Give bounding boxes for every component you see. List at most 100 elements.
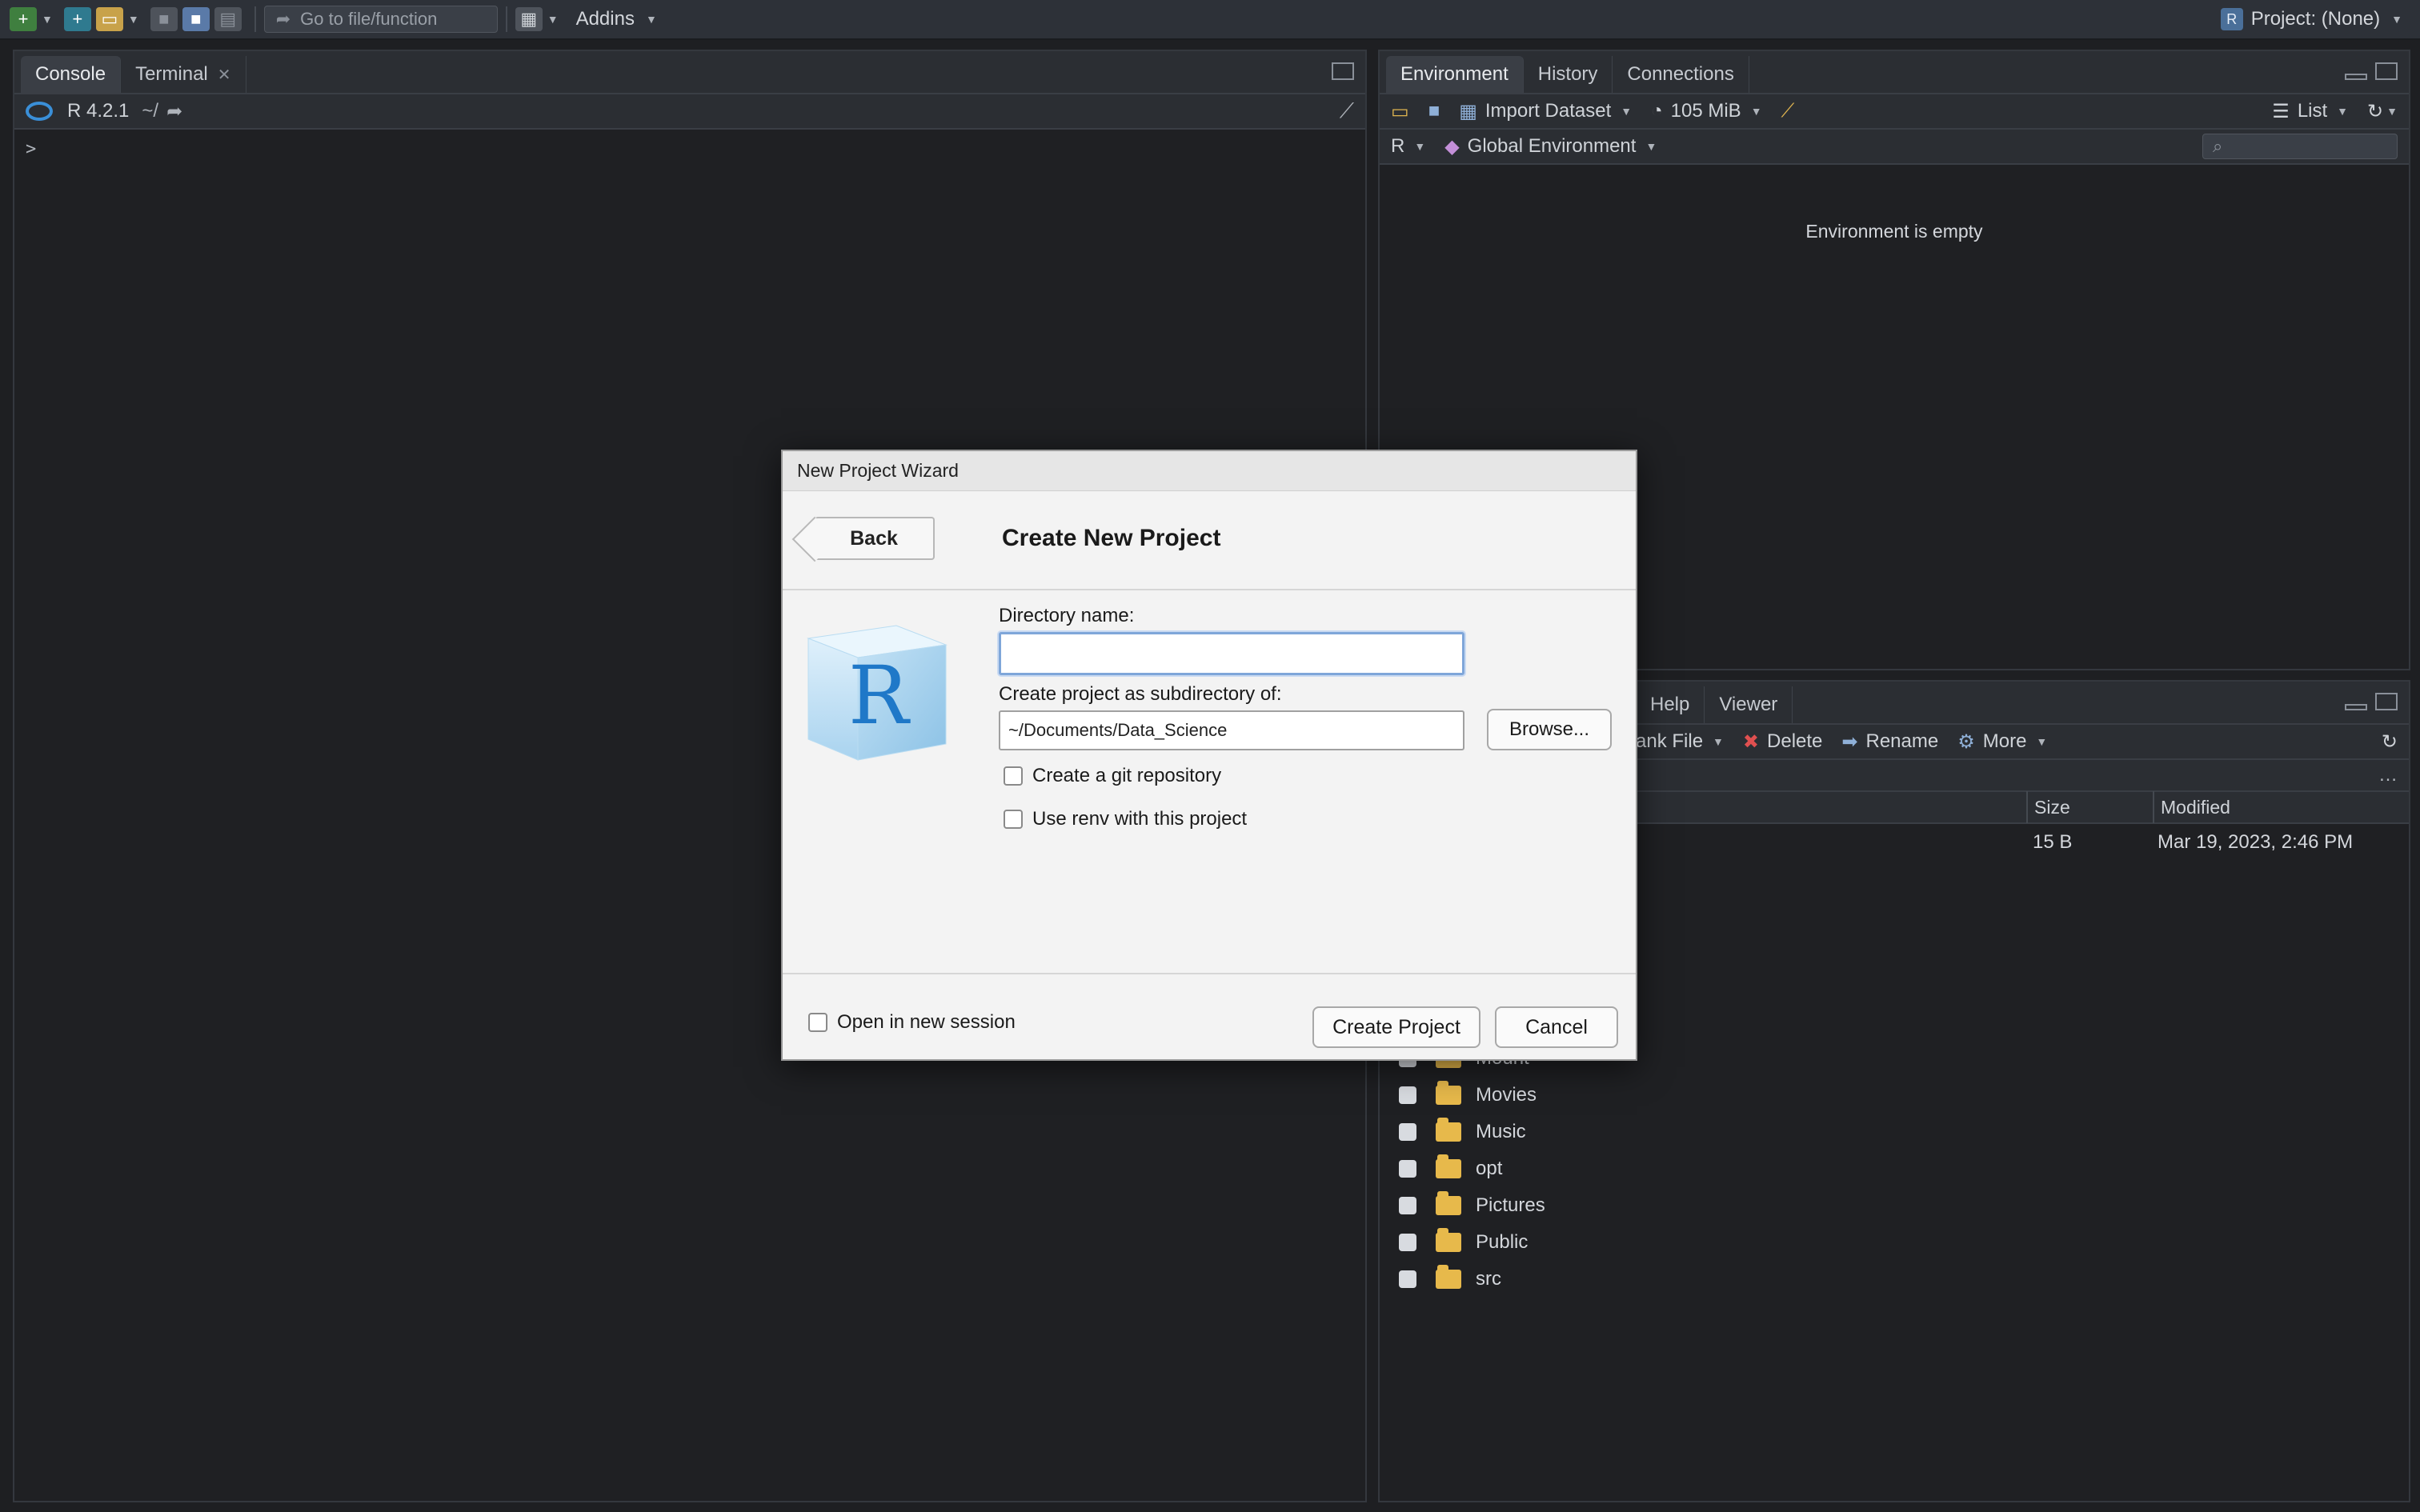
table-row[interactable]: src [1380, 1261, 2409, 1298]
row-checkbox[interactable] [1399, 1270, 1416, 1288]
clear-console-broom-icon[interactable]: ⟋ [1340, 98, 1354, 124]
list-label: List [2297, 100, 2328, 122]
tab-history[interactable]: History [1524, 56, 1613, 93]
minimize-pane-icon[interactable] [2345, 74, 2367, 80]
file-name[interactable]: Music [1476, 1121, 1526, 1143]
new-session-label: Open in new session [837, 1011, 1016, 1033]
cancel-button[interactable]: Cancel [1495, 1006, 1618, 1048]
tab-viewer[interactable]: Viewer [1705, 686, 1793, 723]
rename-button[interactable]: ➡ Rename [1841, 730, 1938, 754]
chevron-down-icon: ▼ [1750, 105, 1762, 118]
print-icon[interactable]: ▤ [214, 7, 242, 31]
file-name[interactable]: Public [1476, 1231, 1528, 1254]
dialog-header: Back Create New Project [783, 491, 1636, 590]
project-menu[interactable]: R Project: (None) ▼ [2220, 8, 2402, 30]
save-workspace-icon[interactable]: ■ [1428, 100, 1440, 122]
import-dataset-menu[interactable]: ▦ Import Dataset ▼ [1459, 100, 1632, 123]
more-menu[interactable]: ⚙ More ▼ [1957, 730, 2047, 754]
maximize-pane-icon[interactable] [2375, 62, 2398, 80]
pane-layout-caret-icon[interactable]: ▼ [547, 13, 559, 26]
clear-workspace-broom-icon[interactable]: ⟋ [1781, 100, 1795, 122]
folder-icon [1436, 1228, 1461, 1252]
main-toolbar: + ▼ + ▭ ▼ ■ ■ ▤ ➦ Go to file/function ▦ … [0, 0, 2420, 40]
file-name[interactable]: Pictures [1476, 1194, 1545, 1217]
save-all-icon[interactable]: ■ [182, 7, 210, 31]
toolbar-separator [254, 6, 256, 32]
file-name[interactable]: opt [1476, 1158, 1502, 1180]
git-repo-option[interactable]: Create a git repository [1004, 765, 1221, 787]
folder-icon [1436, 1265, 1461, 1289]
delete-button[interactable]: ✖ Delete [1743, 730, 1822, 754]
env-search-input[interactable]: ⌕ [2202, 134, 2398, 159]
pane-layout-icon[interactable]: ▦ [515, 7, 543, 31]
tab-terminal[interactable]: Terminal ✕ [121, 56, 246, 93]
blank-file-menu[interactable]: ank File ▼ [1636, 730, 1724, 753]
table-row[interactable]: Movies [1380, 1077, 2409, 1114]
refresh-files-icon[interactable]: ↻ [2382, 730, 2398, 754]
row-checkbox[interactable] [1399, 1197, 1416, 1214]
maximize-pane-icon[interactable] [2375, 693, 2398, 710]
env-toolbar: ▭ ■ ▦ Import Dataset ▼ ◔ 105 MiB ▼ ⟋ ☰ L… [1380, 94, 2409, 130]
git-repo-checkbox[interactable] [1004, 766, 1023, 786]
column-size[interactable]: Size [2026, 791, 2070, 823]
memory-label: 105 MiB [1670, 100, 1741, 122]
new-file-caret-icon[interactable]: ▼ [42, 13, 53, 26]
folder-icon [1436, 1191, 1461, 1215]
memory-usage-menu[interactable]: ◔ 105 MiB ▼ [1651, 100, 1761, 122]
row-checkbox[interactable] [1399, 1234, 1416, 1251]
maximize-pane-icon[interactable] [1332, 62, 1354, 80]
close-icon[interactable]: ✕ [218, 65, 231, 85]
row-checkbox[interactable] [1399, 1160, 1416, 1178]
minimize-pane-icon[interactable] [2345, 704, 2367, 710]
git-repo-label: Create a git repository [1032, 765, 1222, 786]
new-session-checkbox[interactable] [808, 1013, 827, 1032]
file-name[interactable]: Movies [1476, 1084, 1537, 1106]
save-icon[interactable]: ■ [150, 7, 178, 31]
new-project-icon[interactable]: + [63, 7, 91, 31]
new-file-icon[interactable]: + [10, 7, 37, 31]
chevron-down-icon: ▼ [1645, 140, 1657, 153]
dialog-title-bar: New Project Wizard [783, 451, 1636, 491]
column-modified[interactable]: Modified [2153, 791, 2230, 823]
renv-option[interactable]: Use renv with this project [1004, 808, 1247, 830]
directory-name-input[interactable] [999, 632, 1464, 675]
rename-label: Rename [1865, 730, 1939, 752]
language-menu[interactable]: R ▼ [1391, 135, 1425, 158]
go-to-file-input[interactable]: ➦ Go to file/function [263, 6, 498, 33]
open-file-icon[interactable]: ▭ [95, 7, 123, 31]
create-project-button[interactable]: Create Project [1312, 1006, 1480, 1048]
row-checkbox[interactable] [1399, 1123, 1416, 1141]
tab-environment[interactable]: Environment [1386, 56, 1524, 93]
go-to-placeholder: Go to file/function [300, 9, 438, 29]
tab-connections-label: Connections [1627, 63, 1734, 85]
addins-menu[interactable]: Addins ▼ [576, 8, 668, 30]
table-row[interactable]: Music [1380, 1114, 2409, 1150]
console-prompt[interactable]: > [14, 130, 1365, 169]
tab-console[interactable]: Console [21, 56, 122, 93]
more-options-icon[interactable]: … [2378, 764, 2398, 786]
tab-connections[interactable]: Connections [1613, 56, 1749, 93]
open-file-caret-icon[interactable]: ▼ [128, 13, 139, 26]
view-mode-menu[interactable]: ☰ List ▼ [2272, 100, 2348, 123]
table-row[interactable]: Pictures [1380, 1187, 2409, 1224]
refresh-icon[interactable]: ↻ ▼ [2367, 100, 2398, 123]
tab-help[interactable]: Help [1636, 686, 1705, 723]
table-row[interactable]: opt [1380, 1150, 2409, 1187]
new-session-option[interactable]: Open in new session [808, 1011, 1016, 1034]
go-to-directory-icon[interactable]: ➦ [166, 100, 182, 123]
scope-menu[interactable]: ◆ Global Environment ▼ [1444, 135, 1657, 158]
table-row[interactable]: Public [1380, 1224, 2409, 1261]
env-tabbar: Environment History Connections [1380, 51, 2409, 94]
file-name[interactable]: src [1476, 1268, 1501, 1290]
row-checkbox[interactable] [1399, 1086, 1416, 1104]
browse-button[interactable]: Browse... [1487, 709, 1612, 750]
renv-checkbox[interactable] [1004, 810, 1023, 829]
working-directory[interactable]: ~/ [142, 100, 158, 122]
load-workspace-icon[interactable]: ▭ [1391, 100, 1409, 123]
delete-label: Delete [1767, 730, 1823, 752]
subdirectory-input[interactable]: ~/Documents/Data_Science [999, 710, 1464, 750]
toolbar-separator [505, 6, 507, 32]
back-button[interactable]: Back [815, 517, 935, 560]
project-label: Project: (None) [2250, 8, 2381, 30]
search-icon: ⌕ [2213, 136, 2223, 156]
